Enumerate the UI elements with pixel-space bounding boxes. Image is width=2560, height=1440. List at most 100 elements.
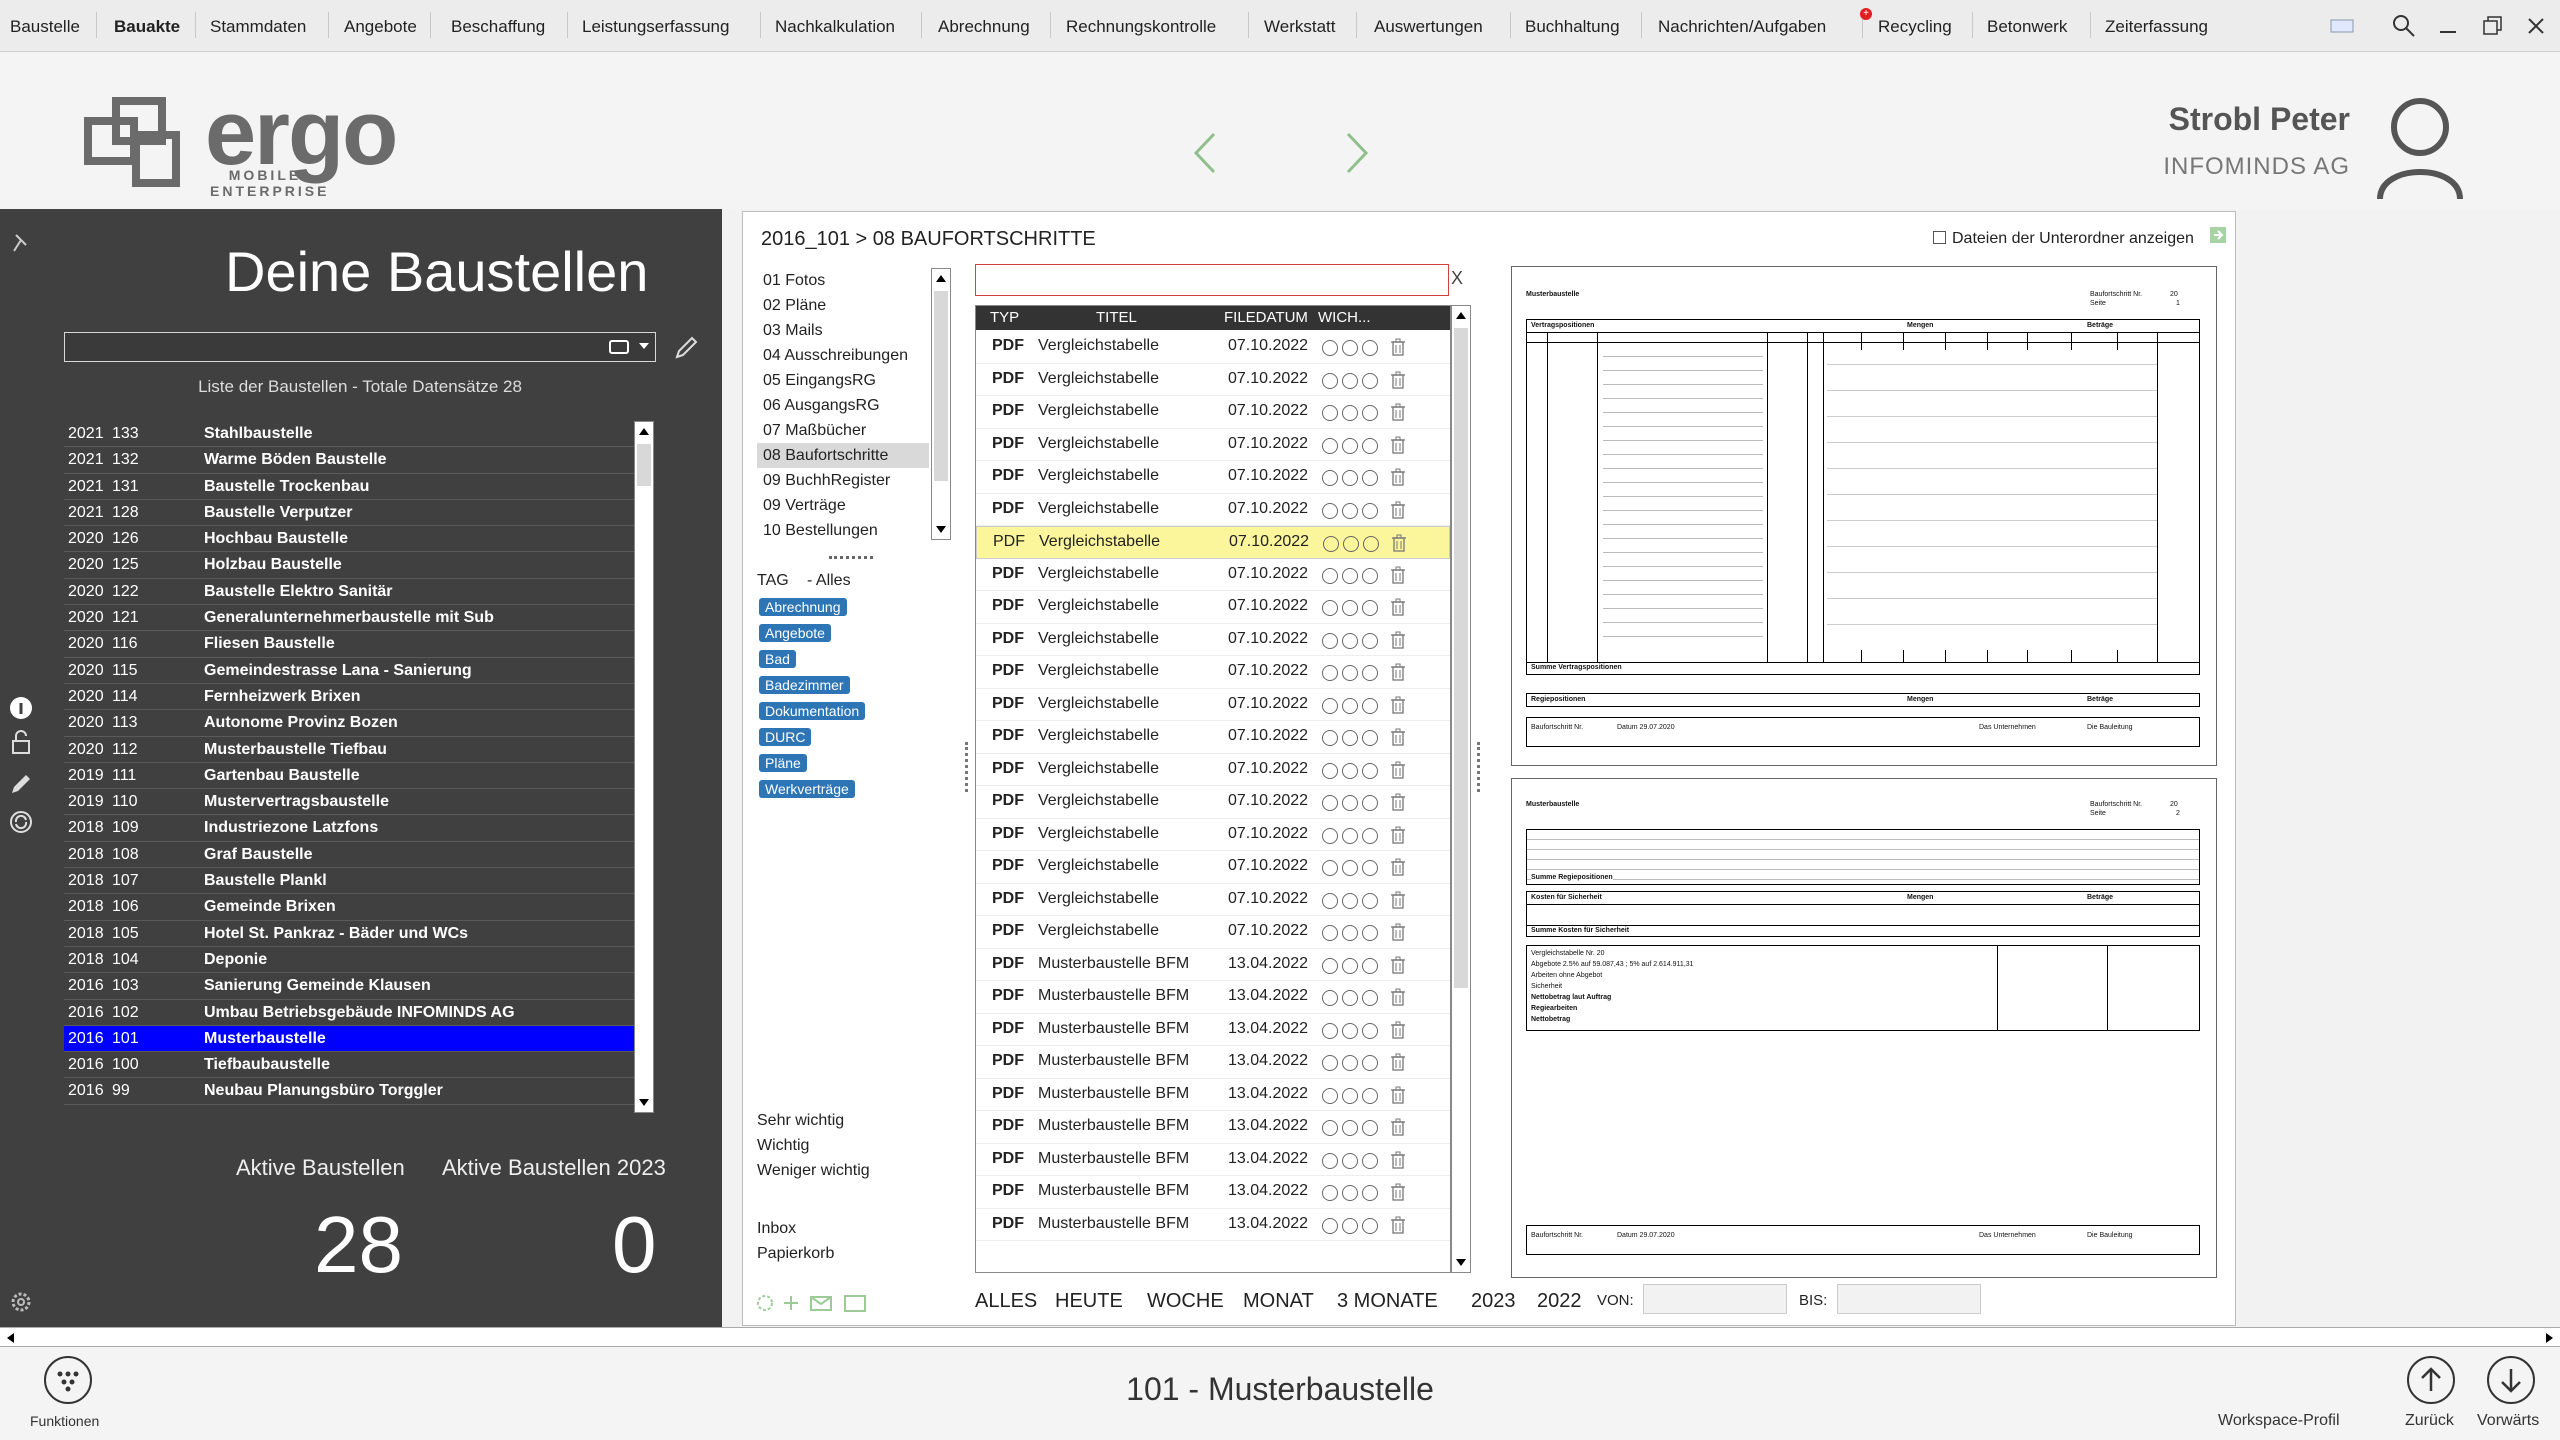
document-row[interactable]: PDF Vergleichstabelle 07.10.2022	[976, 819, 1450, 851]
importance-radio[interactable]	[1362, 600, 1378, 616]
document-row[interactable]: PDF Vergleichstabelle 07.10.2022	[976, 364, 1450, 396]
importance-radio[interactable]	[1342, 827, 1358, 844]
importance-radio[interactable]	[1342, 1152, 1358, 1169]
importance-radio[interactable]	[1343, 536, 1359, 552]
folder-item[interactable]: 08 Baufortschritte	[757, 443, 929, 468]
document-row[interactable]: PDF Musterbaustelle BFM 13.04.2022	[976, 1079, 1450, 1111]
importance-radio[interactable]	[1362, 827, 1378, 844]
importance-radio[interactable]	[1322, 1022, 1338, 1039]
priority-very-important[interactable]: Sehr wichtig	[757, 1112, 844, 1130]
menu-item-nachrichten-aufgaben[interactable]: Nachrichten/Aufgaben	[1658, 17, 1826, 37]
column-importance[interactable]: WICH...	[1318, 306, 1371, 330]
trash-icon[interactable]	[1390, 826, 1406, 844]
importance-radio[interactable]	[1342, 892, 1358, 909]
tag-chip[interactable]: Angebote	[759, 624, 831, 642]
importance-radio[interactable]	[1322, 990, 1338, 1006]
importance-radio[interactable]	[1342, 730, 1358, 746]
importance-radio[interactable]	[1322, 470, 1338, 486]
scroll-down-icon[interactable]	[638, 1097, 650, 1109]
tag-chip[interactable]: Abrechnung	[759, 598, 847, 616]
clear-search-button[interactable]: X	[1451, 268, 1463, 289]
importance-radio[interactable]	[1322, 1120, 1338, 1136]
minimize-icon[interactable]	[2434, 12, 2462, 40]
filter-heute[interactable]: HEUTE	[1055, 1290, 1123, 1313]
trash-icon[interactable]	[1391, 534, 1407, 552]
importance-radio[interactable]	[1342, 632, 1358, 649]
settings-gear-icon[interactable]	[8, 1289, 34, 1315]
site-list-row[interactable]: 2020 113 Autonome Provinz Bozen	[64, 710, 634, 737]
pencil-icon[interactable]	[8, 771, 34, 797]
importance-radio[interactable]	[1362, 697, 1378, 714]
site-list-row[interactable]: 2016 102 Umbau Betriebsgebäude INFOMINDS A…	[64, 1000, 634, 1026]
document-row[interactable]: PDF Musterbaustelle BFM 13.04.2022	[976, 1176, 1450, 1209]
importance-radio[interactable]	[1322, 437, 1338, 454]
importance-radio[interactable]	[1362, 340, 1378, 356]
importance-radio[interactable]	[1342, 567, 1358, 584]
tag-chip[interactable]: Pläne	[759, 754, 807, 772]
importance-radio[interactable]	[1342, 697, 1358, 714]
trash-icon[interactable]	[1390, 1118, 1406, 1136]
menu-item-zeiterfassung[interactable]: Zeiterfassung	[2105, 17, 2208, 37]
importance-radio[interactable]	[1362, 470, 1378, 486]
importance-radio[interactable]	[1322, 340, 1338, 356]
importance-radio[interactable]	[1322, 1152, 1338, 1169]
back-arrow-icon[interactable]	[1186, 128, 1226, 178]
site-list-row[interactable]: 2020 112 Musterbaustelle Tiefbau	[64, 737, 634, 763]
importance-radio[interactable]	[1342, 372, 1358, 389]
site-list-row[interactable]: 2020 121 Generalunternehmerbaustelle mit S…	[64, 605, 634, 632]
importance-radio[interactable]	[1342, 1185, 1358, 1201]
trash-icon[interactable]	[1390, 403, 1406, 421]
scroll-up-icon[interactable]	[1455, 309, 1467, 321]
importance-radio[interactable]	[1322, 1087, 1338, 1104]
close-icon[interactable]	[2522, 12, 2550, 40]
folder-item[interactable]: 03 Mails	[757, 318, 929, 343]
importance-radio[interactable]	[1342, 1022, 1358, 1039]
pdf-preview-page-2[interactable]: Musterbaustelle Baufortschritt Nr. 20 Se…	[1511, 778, 2217, 1278]
checkbox-box[interactable]	[1933, 231, 1946, 244]
document-row[interactable]: PDF Vergleichstabelle 07.10.2022	[976, 559, 1450, 591]
importance-radio[interactable]	[1362, 567, 1378, 584]
filter-2022[interactable]: 2022	[1537, 1290, 1582, 1313]
scroll-up-icon[interactable]	[935, 272, 947, 284]
importance-radio[interactable]	[1362, 1217, 1378, 1234]
importance-radio[interactable]	[1342, 665, 1358, 681]
menu-item-angebote[interactable]: Angebote	[344, 17, 417, 37]
importance-radio[interactable]	[1362, 762, 1378, 779]
importance-radio[interactable]	[1322, 665, 1338, 681]
column-title[interactable]: TITEL	[1096, 306, 1137, 330]
document-row[interactable]: PDF Vergleichstabelle 07.10.2022	[976, 494, 1450, 526]
site-list-row[interactable]: 2019 111 Gartenbau Baustelle	[64, 763, 634, 790]
filter-alles[interactable]: ALLES	[975, 1290, 1037, 1313]
importance-radio[interactable]	[1322, 632, 1338, 649]
scrollbar-thumb[interactable]	[637, 444, 651, 486]
site-list-row[interactable]: 2018 106 Gemeinde Brixen	[64, 894, 634, 921]
importance-radio[interactable]	[1322, 957, 1338, 974]
date-from-input[interactable]	[1643, 1284, 1787, 1314]
trash-icon[interactable]	[1390, 1151, 1406, 1169]
trash-icon[interactable]	[1390, 468, 1406, 486]
splitter-handle[interactable]	[829, 556, 873, 560]
importance-radio[interactable]	[1322, 762, 1338, 779]
trash-icon[interactable]	[1390, 371, 1406, 389]
importance-radio[interactable]	[1322, 730, 1338, 746]
trash-icon[interactable]	[1390, 338, 1406, 356]
document-row[interactable]: PDF Vergleichstabelle 07.10.2022	[976, 884, 1450, 916]
filter-3-monate[interactable]: 3 MONATE	[1337, 1290, 1438, 1313]
importance-radio[interactable]	[1322, 1185, 1338, 1201]
trash-icon[interactable]	[1390, 598, 1406, 616]
document-row[interactable]: PDF Vergleichstabelle 07.10.2022	[976, 754, 1450, 786]
forward-arrow-icon[interactable]	[1336, 128, 1376, 178]
scroll-down-icon[interactable]	[935, 524, 947, 536]
site-list-row[interactable]: 2020 126 Hochbau Baustelle	[64, 526, 634, 553]
document-row[interactable]: PDF Vergleichstabelle 07.10.2022	[976, 461, 1450, 494]
importance-radio[interactable]	[1342, 600, 1358, 616]
importance-radio[interactable]	[1342, 762, 1358, 779]
scroll-down-icon[interactable]	[1455, 1257, 1467, 1269]
site-list-row[interactable]: 2018 107 Baustelle Plankl	[64, 868, 634, 895]
importance-radio[interactable]	[1322, 372, 1338, 389]
tag-chip[interactable]: Werkverträge	[759, 780, 855, 798]
document-row[interactable]: PDF Vergleichstabelle 07.10.2022	[976, 916, 1450, 949]
site-list-row[interactable]: 2018 105 Hotel St. Pankraz - Bäder und WCs	[64, 921, 634, 947]
grid-scrollbar[interactable]	[1451, 305, 1471, 1273]
menu-item-bauakte[interactable]: Bauakte	[114, 17, 180, 37]
